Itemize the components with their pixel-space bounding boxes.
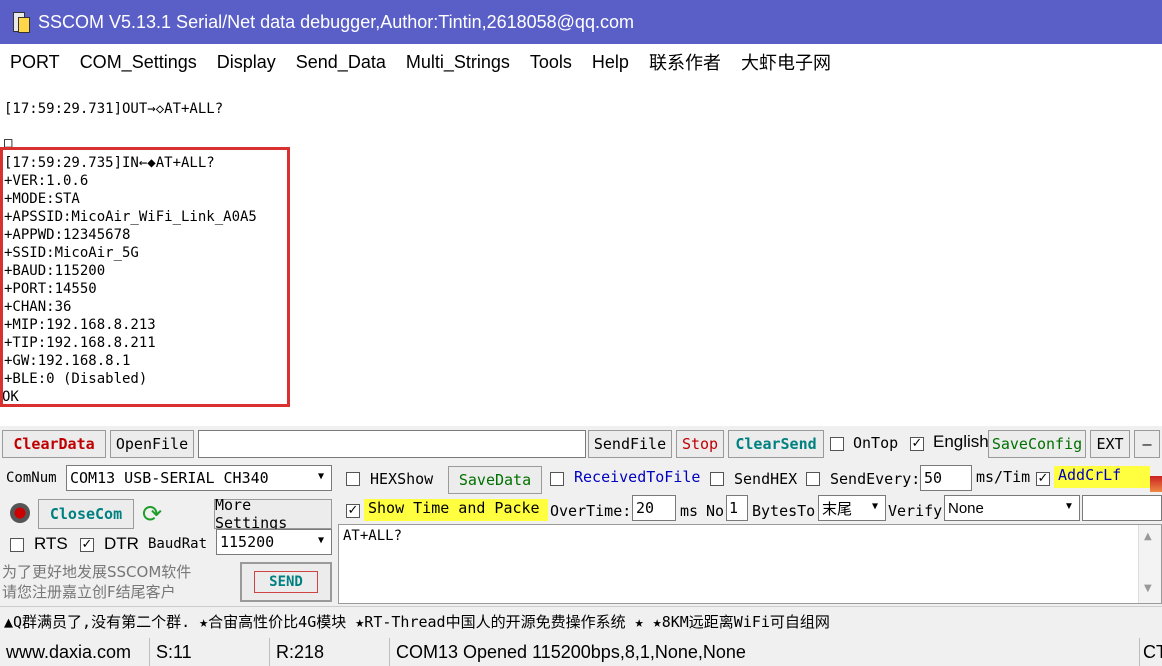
bytes-to-value: 末尾: [822, 499, 853, 518]
more-settings-button[interactable]: More Settings: [214, 496, 332, 532]
chevron-down-icon: ▼: [317, 535, 325, 546]
overtime-input[interactable]: 20: [632, 495, 676, 521]
menu-daxia-site[interactable]: 大虾电子网: [731, 49, 841, 75]
english-checkbox[interactable]: ✓: [910, 437, 924, 451]
on-top-checkbox[interactable]: [830, 437, 844, 451]
menu-port[interactable]: PORT: [0, 52, 70, 73]
overtime-label: OverTime:: [550, 502, 632, 520]
status-site[interactable]: www.daxia.com: [0, 638, 150, 666]
no-label: No: [706, 502, 725, 520]
menu-help[interactable]: Help: [582, 52, 639, 73]
send-label: SEND: [254, 571, 318, 593]
scroll-up-icon[interactable]: ▲: [1144, 531, 1152, 542]
menu-display[interactable]: Display: [207, 52, 286, 73]
com-port-select[interactable]: COM13 USB-SERIAL CH340 ▼: [66, 465, 332, 491]
baud-select[interactable]: 115200 ▼: [216, 529, 332, 555]
send-button[interactable]: SEND: [240, 562, 332, 602]
collapse-button[interactable]: —: [1134, 430, 1160, 458]
menu-send-data[interactable]: Send_Data: [286, 52, 396, 73]
menu-bar: PORT COM_Settings Display Send_Data Mult…: [0, 44, 1162, 80]
received-to-file-label: ReceivedToFile: [574, 468, 701, 486]
on-top-label: OnTop: [853, 434, 899, 452]
file-path-input[interactable]: [198, 430, 586, 458]
ticker-text[interactable]: ▲Q群满员了,没有第二个群. ★合宙高性价比4G模块 ★RT-Thread中国人…: [0, 611, 830, 632]
rts-checkbox[interactable]: [10, 538, 24, 552]
scroll-down-icon[interactable]: ▼: [1144, 583, 1152, 594]
ticker-bar: ▲Q群满员了,没有第二个群. ★合宙高性价比4G模块 ★RT-Thread中国人…: [0, 606, 1162, 636]
bytes-to-label: BytesTo: [752, 502, 816, 520]
no-input[interactable]: 1: [726, 495, 748, 521]
add-crlf-checkbox[interactable]: ✓: [1036, 472, 1050, 486]
save-data-button[interactable]: SaveData: [448, 466, 542, 494]
ms-label: ms: [680, 502, 699, 520]
close-com-button[interactable]: CloseCom: [38, 499, 134, 529]
english-label: English: [933, 432, 989, 451]
hex-show-label: HEXShow: [370, 470, 434, 488]
chevron-down-icon: ▼: [871, 501, 879, 512]
verify-value: None: [948, 499, 984, 517]
status-port-state: COM13 Opened 115200bps,8,1,None,None: [390, 638, 1140, 666]
baud-value: 115200: [220, 533, 275, 551]
promo-text: 为了更好地发展SSCOM软件 请您注册嘉立创F结尾客户: [2, 563, 192, 601]
app-icon: [10, 10, 32, 34]
ext-button[interactable]: EXT: [1090, 430, 1130, 458]
chevron-down-icon: ▼: [317, 471, 325, 482]
send-file-button[interactable]: SendFile: [588, 430, 672, 458]
show-time-label: Show Time and Packe: [364, 499, 548, 521]
send-text-area[interactable]: AT+ALL? ▲ ▼: [338, 524, 1162, 604]
com-port-value: COM13 USB-SERIAL CH340: [70, 469, 269, 487]
menu-tools[interactable]: Tools: [520, 52, 582, 73]
send-hex-label: SendHEX: [734, 470, 798, 488]
status-sent-count: S:11: [150, 638, 270, 666]
menu-contact-author[interactable]: 联系作者: [639, 49, 731, 75]
chevron-down-icon: ▼: [1064, 501, 1074, 512]
received-to-file-checkbox[interactable]: [550, 472, 564, 486]
send-hex-checkbox[interactable]: [710, 472, 724, 486]
highlight-box: [0, 147, 290, 407]
send-every-input[interactable]: 50: [920, 465, 972, 491]
record-icon: [10, 503, 30, 523]
verify-select[interactable]: None ▼: [944, 495, 1080, 521]
send-text: AT+ALL?: [343, 528, 403, 544]
clear-data-button[interactable]: ClearData: [2, 430, 106, 458]
refresh-icon[interactable]: ⟳: [142, 500, 162, 528]
ms-tim-label: ms/Tim: [976, 468, 1031, 486]
send-every-label: SendEvery:: [830, 470, 921, 488]
verify-result-field: [1082, 495, 1162, 521]
menu-multi-strings[interactable]: Multi_Strings: [396, 52, 520, 73]
flag-icon: [1150, 476, 1162, 492]
rts-label: RTS: [34, 534, 68, 553]
clear-send-button[interactable]: ClearSend: [728, 430, 824, 458]
menu-com-settings[interactable]: COM_Settings: [70, 52, 207, 73]
dtr-checkbox[interactable]: ✓: [80, 538, 94, 552]
verify-label: Verify: [888, 502, 943, 520]
bytes-to-select[interactable]: 末尾 ▼: [818, 495, 886, 521]
title-bar: SSCOM V5.13.1 Serial/Net data debugger,A…: [0, 0, 1162, 44]
open-file-button[interactable]: OpenFile: [110, 430, 194, 458]
stop-button[interactable]: Stop: [676, 430, 724, 458]
status-recv-count: R:218: [270, 638, 390, 666]
sent-line: [17:59:29.731]OUT→◇AT+ALL?: [4, 101, 224, 117]
add-crlf-label: AddCrLf: [1054, 466, 1150, 488]
dtr-label: DTR: [104, 534, 139, 553]
save-config-button[interactable]: SaveConfig: [988, 430, 1086, 458]
send-every-checkbox[interactable]: [806, 472, 820, 486]
baud-label: BaudRat: [148, 536, 208, 552]
status-cts: CT: [1143, 641, 1162, 662]
hex-show-checkbox[interactable]: [346, 472, 360, 486]
com-num-label: ComNum: [6, 470, 57, 486]
window-title: SSCOM V5.13.1 Serial/Net data debugger,A…: [38, 11, 634, 32]
send-scrollbar[interactable]: ▲ ▼: [1138, 525, 1161, 603]
show-time-checkbox[interactable]: ✓: [346, 504, 360, 518]
